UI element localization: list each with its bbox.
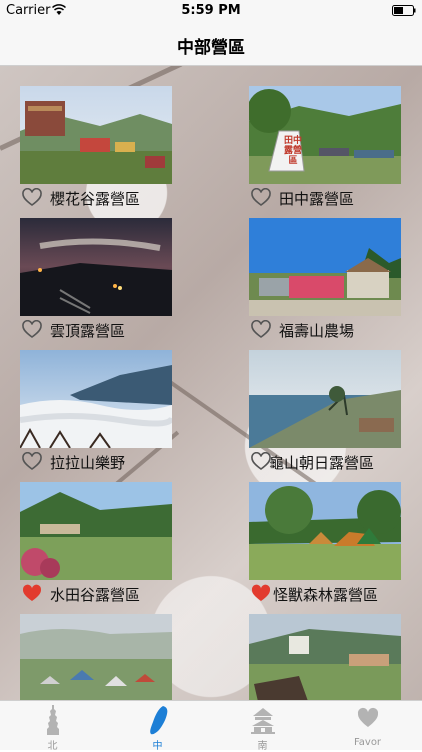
campsite-name: 雲頂露營區 xyxy=(50,322,126,340)
campsite-name: 拉拉山樂野 xyxy=(50,454,126,472)
campsite-caption: 福壽山農場 xyxy=(249,318,409,342)
campsite-caption: 櫻花谷露營區 xyxy=(20,186,180,210)
campsite-name: 福壽山農場 xyxy=(279,322,355,340)
tab-central[interactable]: 中 xyxy=(105,701,210,752)
tab-favorites[interactable]: Favor xyxy=(315,701,420,751)
clock: 5:59 PM xyxy=(181,3,241,18)
tab-bar: 北 中 南 Favor xyxy=(0,700,422,752)
tab-label: Favor xyxy=(353,737,382,748)
campsite-name: 田中露營區 xyxy=(279,190,355,208)
campsite-photo[interactable] xyxy=(249,614,401,700)
heart-outline-icon[interactable] xyxy=(251,452,271,472)
heart-outline-icon[interactable] xyxy=(22,452,42,472)
heart-outline-icon[interactable] xyxy=(22,320,42,340)
campsite-photo[interactable] xyxy=(249,350,401,448)
taipei-101-icon xyxy=(47,705,59,735)
campsite-caption: 龜山朝日露營區 xyxy=(249,450,409,474)
tab-north[interactable]: 北 xyxy=(0,701,105,752)
campsite-photo[interactable] xyxy=(20,350,172,448)
campsite-grid[interactable]: 櫻花谷露營區 田中露營區 田中露營區 雲頂露營區 福壽山農場 拉拉山樂野 龜山朝… xyxy=(0,66,422,700)
navigation-bar: 中部營區 xyxy=(0,22,422,66)
campsite-photo[interactable] xyxy=(20,86,172,184)
campsite-name: 櫻花谷露營區 xyxy=(50,190,141,208)
page-title: 中部營區 xyxy=(177,38,245,58)
campsite-caption: 怪獸森林露營區 xyxy=(249,582,409,606)
sign-text: 田中露營區 xyxy=(283,136,302,166)
campsite-photo[interactable] xyxy=(249,482,401,580)
campsite-caption: 田中露營區 xyxy=(249,186,409,210)
campsite-caption: 雲頂露營區 xyxy=(20,318,180,342)
heart-icon xyxy=(357,707,379,727)
campsite-name: 龜山朝日露營區 xyxy=(269,454,375,472)
heart-outline-icon[interactable] xyxy=(22,188,42,208)
heart-filled-icon[interactable] xyxy=(251,584,271,604)
campsite-name: 怪獸森林露營區 xyxy=(273,586,379,604)
campsite-photo[interactable] xyxy=(20,482,172,580)
campsite-photo[interactable] xyxy=(20,614,172,700)
memorial-hall-icon xyxy=(251,708,275,734)
campsite-photo[interactable] xyxy=(249,218,401,316)
status-bar: Carrier 5:59 PM xyxy=(0,0,422,22)
heart-filled-icon[interactable] xyxy=(22,584,42,604)
campsite-caption: 水田谷露營區 xyxy=(20,582,180,606)
campsite-caption: 拉拉山樂野 xyxy=(20,450,180,474)
campsite-photo[interactable] xyxy=(20,218,172,316)
battery-icon xyxy=(392,5,416,16)
taiwan-map-icon xyxy=(150,706,168,735)
heart-outline-icon[interactable] xyxy=(251,188,271,208)
campsite-name: 水田谷露營區 xyxy=(50,586,141,604)
heart-outline-icon[interactable] xyxy=(251,320,271,340)
tab-south[interactable]: 南 xyxy=(210,701,315,752)
campsite-photo[interactable]: 田中露營區 xyxy=(249,86,401,184)
